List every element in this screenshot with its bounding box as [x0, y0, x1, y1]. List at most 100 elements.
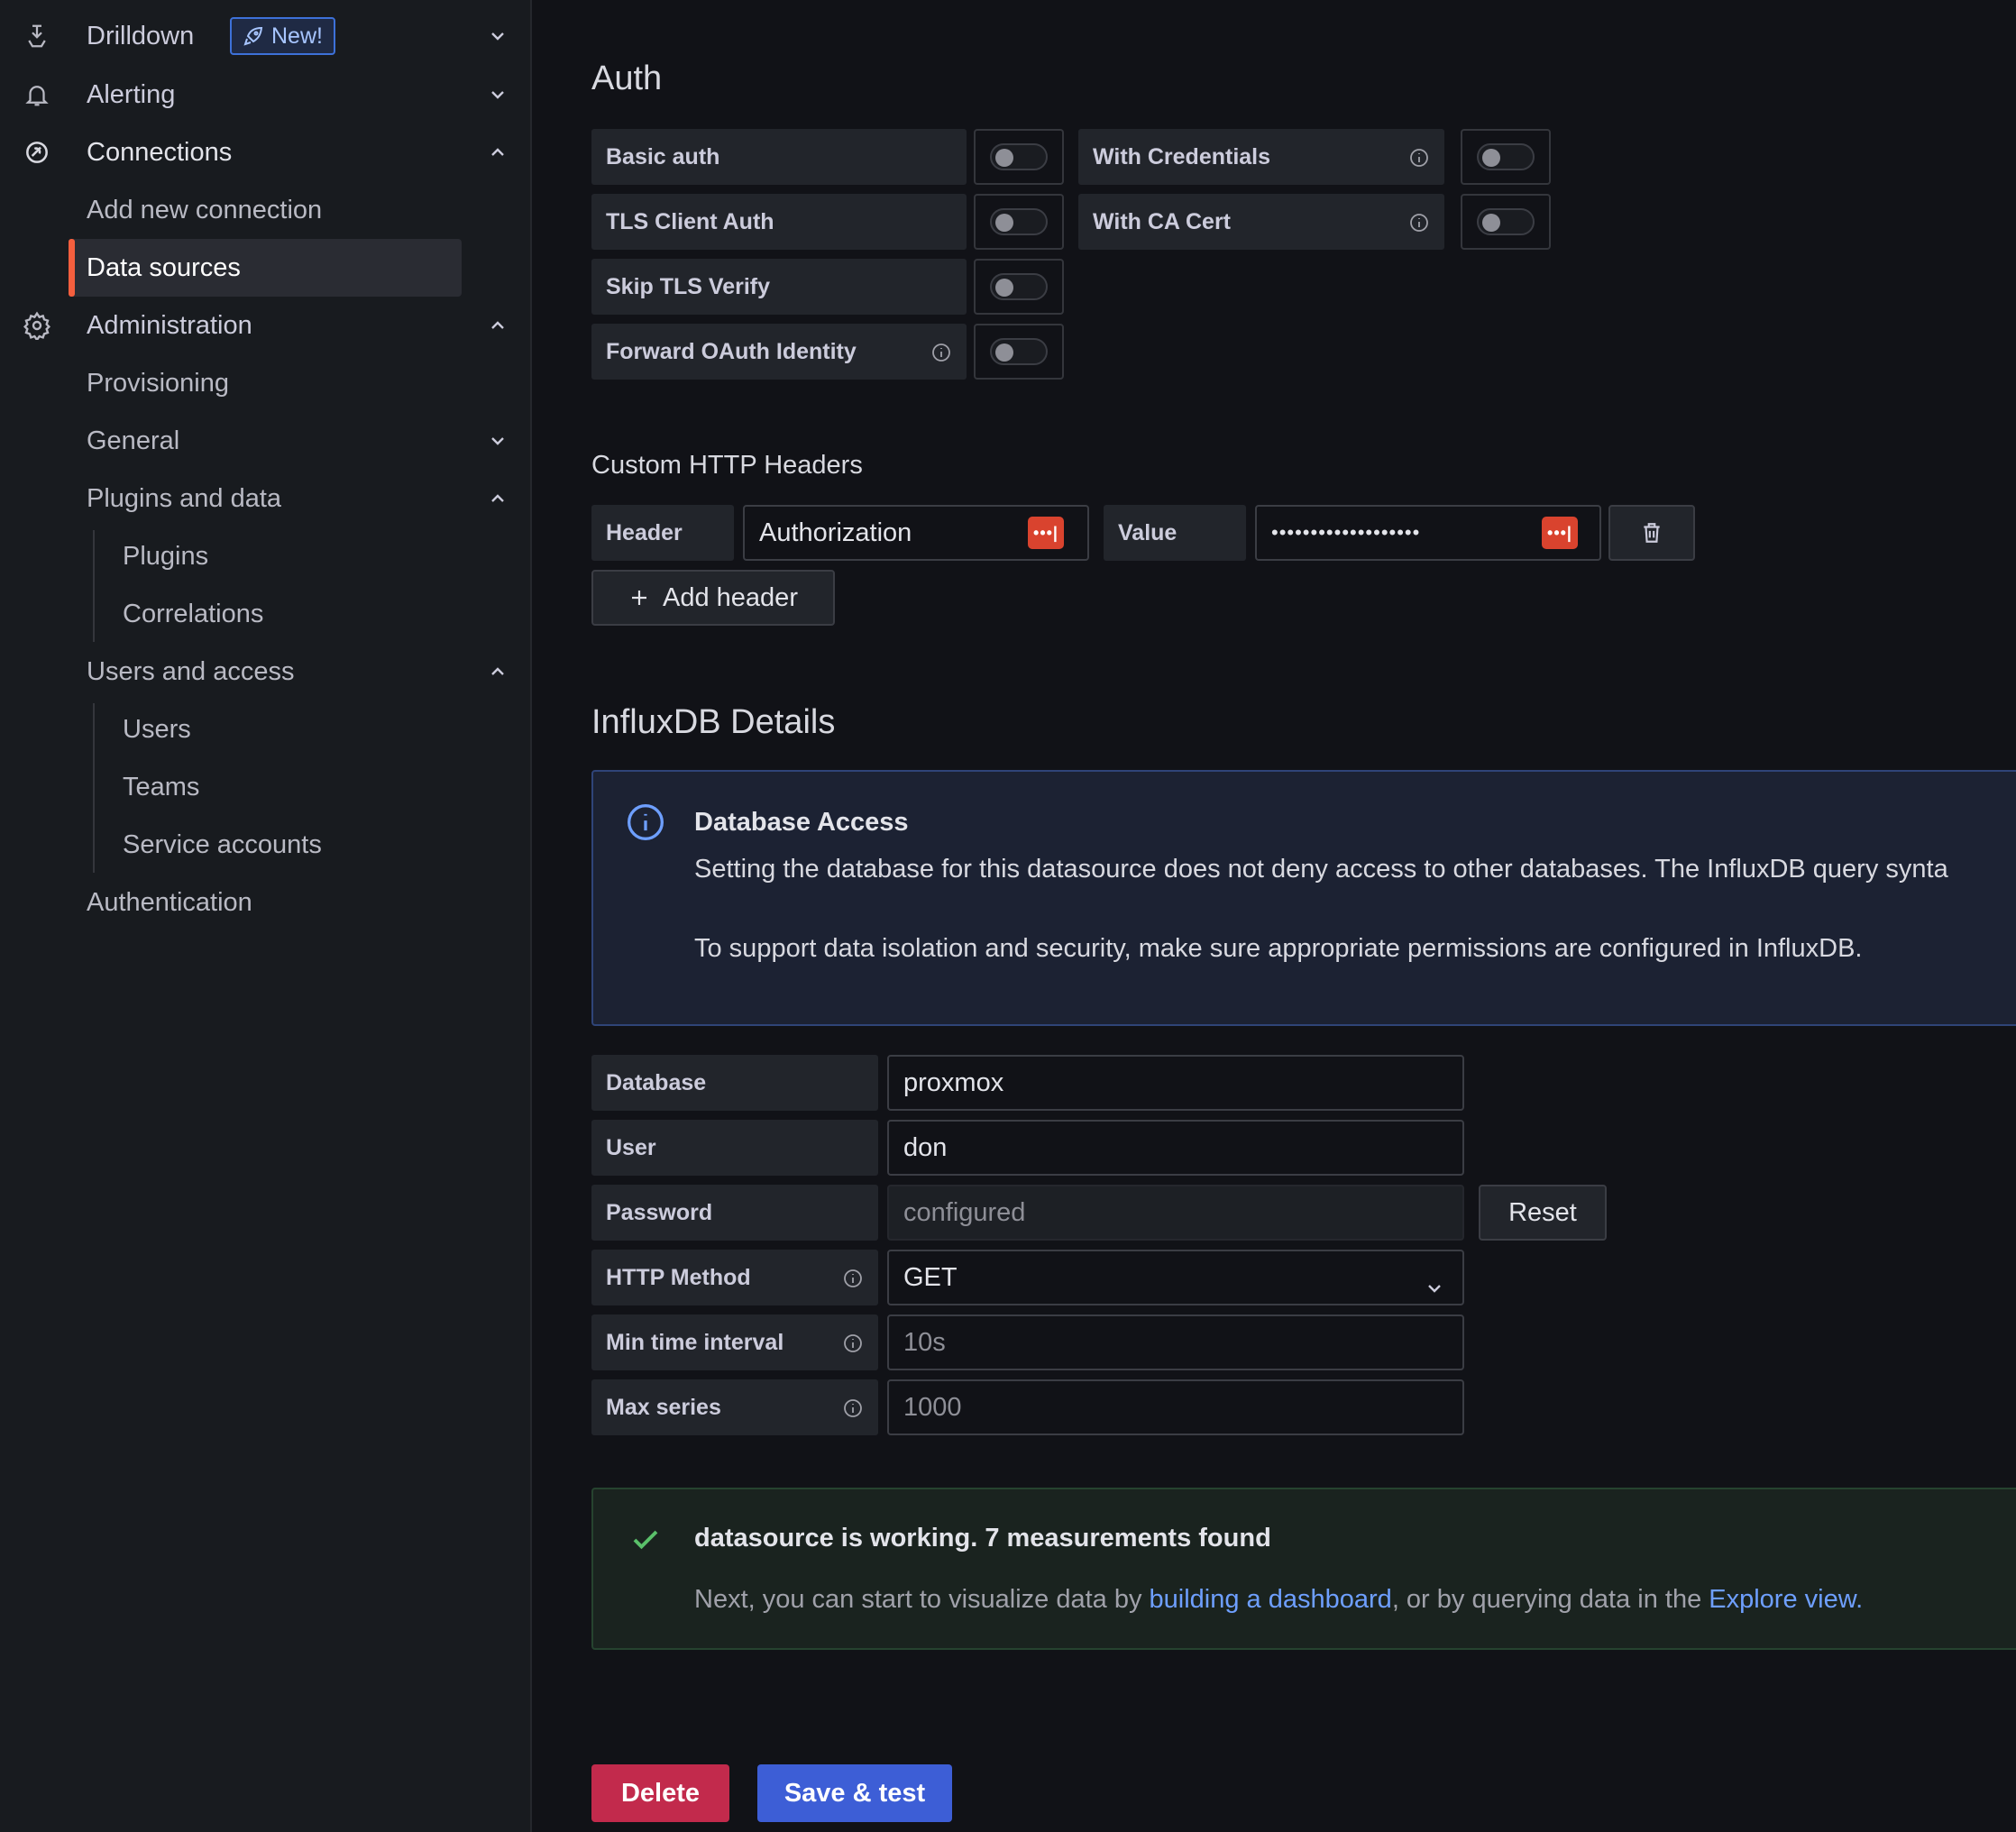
nav-item-users-and-access[interactable]: Users and access — [0, 643, 532, 701]
delete-button[interactable]: Delete — [591, 1764, 729, 1822]
section-title-auth: Auth — [591, 60, 663, 97]
switch — [1477, 143, 1535, 170]
skip-tls-verify-toggle[interactable] — [974, 259, 1064, 315]
switch — [990, 208, 1048, 235]
drilldown-icon — [22, 21, 52, 51]
with-credentials-toggle[interactable] — [1461, 129, 1551, 185]
with-credentials-label: With Credentials — [1078, 129, 1444, 185]
save-test-button[interactable]: Save & test — [757, 1764, 952, 1822]
header-value-masked: ••••••••••••••••••• — [1271, 521, 1421, 544]
password-manager-icon[interactable]: •••| — [1542, 517, 1578, 549]
min-time-interval-text: Min time interval — [606, 1329, 784, 1355]
http-method-label: HTTP Method — [591, 1250, 878, 1305]
nav-item-alerting[interactable]: Alerting — [0, 66, 532, 124]
nav-item-add-new-connection[interactable]: Add new connection — [0, 181, 532, 239]
nav-item-administration[interactable]: Administration — [0, 297, 532, 354]
connections-icon — [22, 137, 52, 168]
nav-label: Authentication — [87, 887, 252, 917]
checkmark-icon — [629, 1524, 662, 1561]
max-series-text: Max series — [606, 1394, 721, 1420]
info-icon[interactable] — [842, 1268, 864, 1296]
chevron-up-icon[interactable] — [489, 490, 507, 508]
with-ca-cert-label: With CA Cert — [1078, 194, 1444, 250]
info-icon[interactable] — [842, 1333, 864, 1360]
value-label: Value — [1104, 505, 1246, 561]
with-ca-cert-toggle[interactable] — [1461, 194, 1551, 250]
success-text: Next, you can start to visualize data by… — [694, 1585, 1863, 1615]
header-name-value: Authorization — [759, 518, 912, 547]
explore-view-link[interactable]: Explore view — [1709, 1585, 1856, 1614]
user-value: don — [903, 1132, 948, 1162]
min-time-interval-input[interactable]: 10s — [887, 1314, 1464, 1370]
nav-item-plugins[interactable]: Plugins — [0, 527, 532, 585]
building-dashboard-link[interactable]: building a dashboard — [1150, 1585, 1392, 1614]
nav-item-data-sources[interactable]: Data sources — [0, 239, 532, 297]
forward-oauth-toggle[interactable] — [974, 324, 1064, 380]
success-text-post: . — [1856, 1585, 1864, 1614]
database-value: proxmox — [903, 1067, 1004, 1097]
http-method-value: GET — [903, 1262, 958, 1292]
forward-oauth-text: Forward OAuth Identity — [606, 338, 857, 364]
info-icon[interactable] — [1408, 147, 1430, 175]
nav-item-authentication[interactable]: Authentication — [0, 874, 532, 931]
chevron-down-icon[interactable] — [489, 86, 507, 104]
reset-password-button[interactable]: Reset — [1479, 1185, 1607, 1241]
nav-item-provisioning[interactable]: Provisioning — [0, 354, 532, 412]
add-header-button[interactable]: Add header — [591, 570, 835, 626]
nav-label: Users and access — [87, 656, 295, 686]
database-input[interactable]: proxmox — [887, 1055, 1464, 1111]
password-manager-icon[interactable]: •••| — [1028, 517, 1064, 549]
database-access-alert: Database Access Setting the database for… — [591, 770, 2016, 1026]
chevron-down-icon[interactable] — [489, 432, 507, 450]
nav-label: Users — [123, 714, 191, 744]
alert-title: Database Access — [694, 808, 909, 837]
delete-header-button[interactable] — [1608, 505, 1695, 561]
nav-item-teams[interactable]: Teams — [0, 758, 532, 816]
nav-item-users[interactable]: Users — [0, 701, 532, 758]
max-series-input[interactable]: 1000 — [887, 1379, 1464, 1435]
info-icon[interactable] — [842, 1397, 864, 1425]
switch — [990, 338, 1048, 365]
nav-label: Plugins and data — [87, 483, 282, 513]
info-icon[interactable] — [1408, 212, 1430, 240]
chevron-down-icon[interactable] — [489, 27, 507, 45]
info-circle-icon — [626, 802, 665, 847]
http-method-select[interactable]: GET — [887, 1250, 1464, 1305]
nav-item-drilldown[interactable]: Drilldown New! — [0, 7, 532, 65]
basic-auth-toggle[interactable] — [974, 129, 1064, 185]
header-name-input[interactable]: Authorization •••| — [743, 505, 1089, 561]
success-title: datasource is working. 7 measurements fo… — [694, 1524, 1271, 1553]
alert-text-line2: To support data isolation and security, … — [694, 934, 1863, 963]
header-value-input[interactable]: ••••••••••••••••••• •••| — [1255, 505, 1601, 561]
tls-client-auth-toggle[interactable] — [974, 194, 1064, 250]
nav-item-general[interactable]: General — [0, 412, 532, 470]
nav-label: Provisioning — [87, 368, 229, 398]
min-time-interval-label: Min time interval — [591, 1314, 878, 1370]
reset-label: Reset — [1508, 1197, 1577, 1227]
nav-item-correlations[interactable]: Correlations — [0, 585, 532, 643]
main-content: Auth Basic auth With Credentials TLS Cli… — [534, 0, 2016, 1832]
section-title-influxdb: InfluxDB Details — [591, 703, 836, 741]
max-series-placeholder: 1000 — [903, 1392, 962, 1422]
switch — [990, 143, 1048, 170]
nav-label: Administration — [87, 310, 252, 340]
chevron-up-icon[interactable] — [489, 663, 507, 681]
nav-label: Teams — [123, 772, 200, 802]
switch — [1477, 208, 1535, 235]
nav-label: Data sources — [87, 252, 241, 282]
max-series-label: Max series — [591, 1379, 878, 1435]
with-ca-cert-text: With CA Cert — [1093, 208, 1232, 234]
nav-item-service-accounts[interactable]: Service accounts — [0, 816, 532, 874]
plus-icon — [632, 591, 647, 605]
nav-label: Alerting — [87, 79, 176, 109]
new-badge: New! — [230, 17, 335, 55]
nav-item-connections[interactable]: Connections — [0, 124, 532, 181]
database-label: Database — [591, 1055, 878, 1111]
user-input[interactable]: don — [887, 1120, 1464, 1176]
info-icon[interactable] — [930, 342, 952, 370]
nav-item-plugins-and-data[interactable]: Plugins and data — [0, 470, 532, 527]
chevron-up-icon[interactable] — [489, 143, 507, 161]
chevron-down-icon — [1426, 1271, 1443, 1301]
chevron-up-icon[interactable] — [489, 316, 507, 334]
nav-label: Drilldown — [87, 21, 195, 50]
